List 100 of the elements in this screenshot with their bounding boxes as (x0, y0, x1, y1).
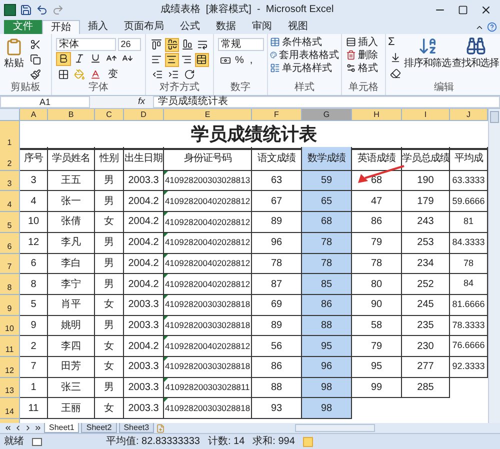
group-label: 样式 (294, 82, 316, 95)
prev-sheet-icon[interactable] (14, 424, 22, 432)
horizontal-scrollbar[interactable] (295, 424, 376, 432)
row-header[interactable]: 7 (0, 254, 20, 274)
table-cell: 410928200303028818 (164, 398, 252, 419)
save-icon[interactable] (20, 4, 32, 16)
column-header[interactable]: D (124, 108, 164, 121)
align-center-icon[interactable] (164, 52, 179, 67)
orientation-icon[interactable] (182, 68, 197, 82)
table-cell: 410928200402028812 (164, 191, 252, 212)
table-cell: 78 (302, 232, 352, 254)
row-header[interactable]: 9 (0, 294, 20, 316)
phonetic-button[interactable]: 变 (108, 66, 118, 82)
status-sum: 求和: 994 (252, 434, 295, 449)
fill-color-icon[interactable] (72, 67, 87, 82)
bold-icon[interactable] (56, 52, 71, 66)
maximize-icon[interactable] (458, 4, 468, 15)
font-name-field[interactable]: 宋体 (56, 38, 116, 51)
table-cell: 230 (402, 336, 450, 357)
formula-field[interactable]: 学员成绩统计表 (153, 96, 500, 108)
next-sheet-icon[interactable] (24, 424, 32, 432)
status-count: 计数: 14 (208, 434, 245, 449)
scroll-thumb[interactable] (490, 110, 499, 123)
copy-icon[interactable] (28, 52, 43, 67)
ribbon-tab[interactable]: 公式 (172, 20, 208, 34)
format-painter-icon[interactable] (28, 68, 43, 82)
row-header[interactable]: 11 (0, 336, 20, 357)
column-header[interactable]: E (164, 108, 252, 121)
row-header[interactable]: 13 (0, 378, 20, 398)
clear-icon[interactable] (388, 66, 403, 81)
file-tab[interactable]: 文件 (4, 20, 42, 34)
row-header[interactable]: 12 (0, 356, 20, 378)
cells-menu-button[interactable]: 删除 (346, 48, 381, 62)
row-header[interactable]: 8 (0, 274, 20, 295)
cells-menu-button[interactable]: 格式 (346, 62, 381, 75)
group-label: 对齐方式 (158, 82, 200, 95)
ribbon-tab[interactable]: 插入 (80, 20, 116, 34)
column-header[interactable]: I (402, 108, 450, 121)
style-menu-button[interactable]: 单元格样式 (270, 62, 339, 75)
first-sheet-icon[interactable] (4, 424, 12, 432)
ribbon-tab[interactable]: 开始 (42, 20, 80, 34)
find-select-button[interactable]: 查找和选择 (452, 36, 500, 81)
rows-icon (346, 37, 356, 48)
ribbon-tab[interactable]: 数据 (208, 20, 244, 34)
font-size-field[interactable]: 26 (118, 38, 141, 51)
table-cell: 9 (20, 316, 48, 336)
column-header[interactable]: C (95, 108, 124, 121)
window-title: 成绩表格 [兼容模式] - Microsoft Excel (159, 2, 335, 18)
table-cell: 235 (402, 316, 450, 336)
fx-button[interactable]: fx (134, 95, 150, 108)
merge-center-icon[interactable] (194, 52, 209, 67)
bottom-align-icon[interactable] (180, 38, 194, 52)
style-menu-button[interactable]: 条件格式 (270, 36, 339, 49)
status-mode: 就绪 (4, 434, 24, 449)
sort-filter-button[interactable]: 排序和筛选 (404, 36, 452, 81)
middle-align-icon[interactable] (164, 38, 180, 52)
row-header[interactable]: 4 (0, 191, 20, 212)
name-box[interactable]: A1 (0, 96, 90, 108)
table-cell: 男 (95, 274, 124, 295)
top-align-icon[interactable] (150, 38, 164, 52)
help-icon[interactable] (487, 22, 497, 32)
last-sheet-icon[interactable] (34, 424, 42, 432)
ribbon-tab[interactable]: 页面布局 (116, 20, 172, 34)
row-header[interactable]: 1 (0, 120, 20, 150)
table-cell: 410928200303028818 (164, 316, 252, 336)
sheet-tab[interactable]: Sheet1 (44, 423, 80, 433)
column-header[interactable]: G (302, 108, 352, 121)
borders-icon[interactable] (56, 67, 71, 82)
row-header[interactable]: 5 (0, 212, 20, 233)
column-header[interactable]: H (352, 108, 402, 121)
row-header[interactable]: 2 (0, 146, 20, 171)
table-cell: 女 (95, 212, 124, 233)
sheet-tab[interactable]: Sheet2 (81, 423, 117, 433)
percent-button[interactable]: % (235, 52, 244, 68)
table-cell: 张倩 (48, 212, 95, 233)
table-cell: 88 (302, 316, 352, 336)
number-format-field[interactable]: 常规 (218, 38, 264, 51)
comma-button[interactable]: , (250, 52, 253, 68)
row-header[interactable]: 10 (0, 316, 20, 336)
column-header[interactable]: J (450, 108, 488, 121)
autosum-button[interactable]: Σ (388, 36, 403, 49)
column-header[interactable]: F (252, 108, 302, 121)
column-header[interactable]: B (48, 108, 95, 121)
undo-icon[interactable] (36, 4, 48, 16)
table-cell: 2003.3 (124, 294, 164, 316)
style-menu-button[interactable]: 套用表格格式 (270, 48, 339, 62)
vertical-scrollbar[interactable] (488, 108, 500, 423)
cells-menu-button[interactable]: 插入 (346, 36, 381, 49)
row-header[interactable]: 6 (0, 232, 20, 254)
table-cell: 2003.3 (124, 170, 164, 192)
column-header[interactable]: A (20, 108, 48, 121)
table-cell: 2004.2 (124, 191, 164, 212)
paste-button[interactable]: 粘贴 (4, 38, 24, 82)
ribbon-tab[interactable]: 审阅 (244, 20, 280, 34)
row-header[interactable]: 3 (0, 170, 20, 192)
sheet-tab[interactable]: Sheet3 (118, 423, 154, 433)
ribbon-tab[interactable]: 视图 (280, 20, 316, 34)
row-header[interactable]: 14 (0, 398, 20, 419)
close-icon[interactable] (480, 4, 492, 16)
macro-record-icon[interactable] (32, 438, 42, 446)
